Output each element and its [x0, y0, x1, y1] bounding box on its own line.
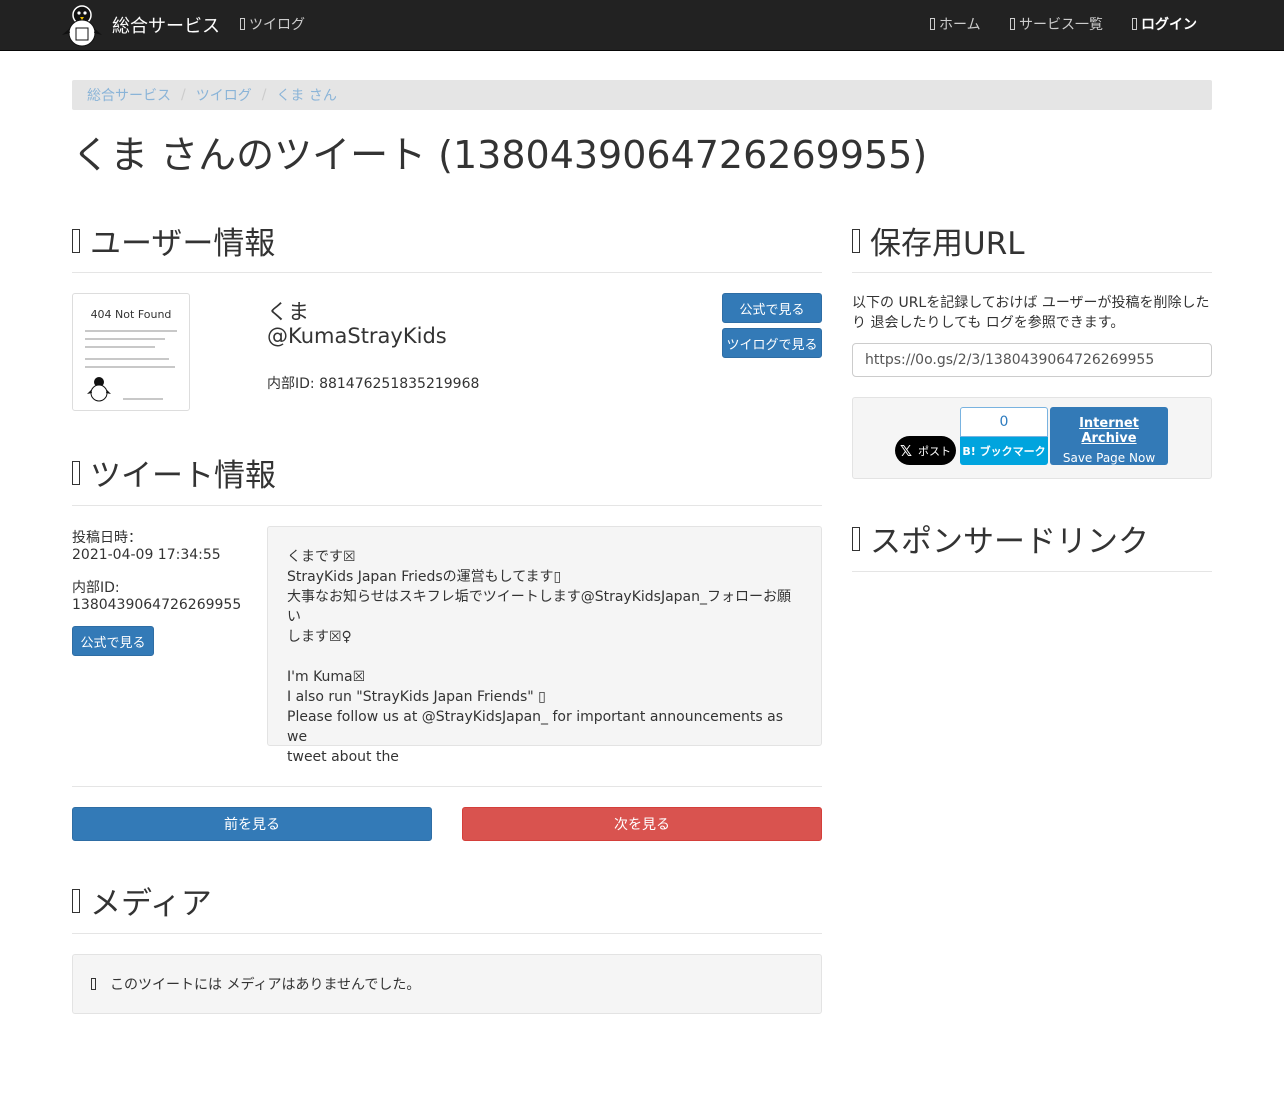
internet-archive-subtitle: Save Page Now	[1062, 451, 1156, 465]
save-url-input[interactable]	[852, 343, 1212, 377]
nav-services-label: サービス一覧	[1019, 17, 1103, 33]
tweet-id-value: 1380439064726269955	[72, 597, 242, 613]
login-icon	[1132, 18, 1137, 30]
breadcrumb-item-twilog[interactable]: ツイログ	[196, 85, 252, 105]
tweet-text: くまです☒ StrayKids Japan Friedsの運営もしてます▯ 大事…	[267, 526, 822, 765]
nav-twilog[interactable]: ツイログ	[240, 0, 305, 50]
sponsor-heading-text: スポンサードリンク	[870, 524, 1149, 560]
comment-icon	[72, 460, 80, 485]
internet-archive-button[interactable]: Internet Archive Save Page Now	[1050, 407, 1168, 465]
sponsor-heading: スポンサードリンク	[852, 516, 1149, 561]
media-heading: メディア	[72, 878, 212, 923]
breadcrumb: 総合サービス / ツイログ / くま さん	[72, 80, 1212, 110]
divider	[72, 505, 822, 506]
page-title: くま さんのツイート (1380439064726269955)	[72, 133, 928, 177]
x-post-label: ポスト	[918, 444, 952, 458]
top-navbar: 総合サービス ツイログ ホーム サービス一覧 ログイン	[0, 0, 1284, 51]
list-icon	[240, 18, 245, 30]
tweet-line: くまです☒	[287, 549, 356, 565]
nav-home[interactable]: ホーム	[930, 0, 981, 50]
user-icon	[72, 228, 80, 253]
save-url-heading: 保存用URL	[852, 218, 1025, 263]
tweet-id-label: 内部ID:	[72, 580, 120, 596]
posted-label: 投稿日時：	[72, 530, 142, 546]
prev-tweet-button[interactable]: 前を見る	[72, 807, 432, 841]
breadcrumb-item-user[interactable]: くま さん	[276, 85, 336, 105]
nav-services[interactable]: サービス一覧	[1010, 0, 1103, 50]
breadcrumb-item-home[interactable]: 総合サービス	[87, 85, 171, 105]
media-heading-text: メディア	[90, 886, 212, 922]
penguin-logo-icon	[62, 5, 102, 47]
link-icon	[852, 228, 860, 253]
nav-login[interactable]: ログイン	[1132, 0, 1197, 50]
list-icon	[1010, 18, 1015, 30]
tweet-official-button[interactable]: 公式で見る	[72, 626, 154, 656]
brand-name: 総合サービス	[112, 16, 220, 37]
avatar-text: 404 Not Found	[90, 308, 172, 321]
info-icon	[91, 978, 96, 990]
tweet-line: します☒♀	[287, 629, 352, 645]
nav-twilog-label: ツイログ	[249, 17, 305, 33]
user-internal-id: 内部ID: 881476251835219968	[267, 376, 480, 392]
divider	[72, 933, 822, 934]
user-official-button[interactable]: 公式で見る	[722, 293, 822, 323]
breadcrumb-separator: /	[181, 87, 186, 103]
user-twilog-button[interactable]: ツイログで見る	[722, 328, 822, 358]
home-icon	[930, 18, 935, 30]
tweet-line: StrayKids Japan Friedsの運営もしてます▯	[287, 569, 562, 585]
avatar-footer-line	[123, 398, 163, 400]
next-tweet-button[interactable]: 次を見る	[462, 807, 822, 841]
penguin-icon	[87, 377, 111, 402]
tweet-line	[287, 647, 802, 667]
avatar-text-line	[85, 346, 155, 348]
tweet-line: I also run "StrayKids Japan Friends" ▯	[287, 689, 546, 705]
breadcrumb-separator: /	[261, 87, 267, 103]
divider	[852, 272, 1212, 273]
tweet-info-heading: ツイート情報	[72, 450, 276, 495]
media-empty-notice: このツイートには メディアはありませんでした。	[72, 954, 822, 1014]
internet-archive-title: Internet Archive	[1079, 416, 1139, 446]
divider	[72, 272, 822, 273]
avatar-text-line	[85, 366, 175, 368]
nav-login-label: ログイン	[1141, 17, 1197, 33]
user-info-heading-text: ユーザー情報	[90, 226, 276, 262]
x-logo-icon: 𝕏	[899, 441, 913, 460]
save-url-description: 以下の URLを記録しておけば ユーザーが投稿を削除したり 退会したりしても ロ…	[852, 295, 1210, 331]
brand-link[interactable]: 総合サービス	[60, 0, 220, 50]
tweet-line: 大事なお知らせはスキフレ垢でツイートします@StrayKidsJapan_フォロ…	[287, 589, 792, 625]
media-empty-text: このツイートには メディアはありませんでした。	[110, 977, 421, 993]
posted-value: 2021-04-09 17:34:55	[72, 547, 221, 563]
tweet-line: I'm Kuma☒	[287, 669, 366, 685]
hatena-bookmark-button[interactable]: B! ブックマーク	[960, 437, 1048, 465]
nav-home-label: ホーム	[939, 17, 981, 33]
megaphone-icon	[852, 526, 860, 551]
avatar-text-line	[85, 338, 165, 340]
divider	[72, 786, 822, 787]
save-url-heading-text: 保存用URL	[870, 226, 1025, 262]
user-name: くま	[267, 300, 309, 324]
picture-icon	[72, 888, 80, 913]
user-handle: @KumaStrayKids	[267, 324, 447, 348]
x-post-button[interactable]: 𝕏 ポスト	[895, 436, 956, 465]
hatena-bookmark-count: 0	[960, 407, 1048, 437]
avatar-text-line	[85, 330, 177, 332]
avatar-text-line	[85, 358, 169, 360]
avatar: 404 Not Found	[72, 293, 190, 411]
divider	[852, 571, 1212, 572]
tweet-info-heading-text: ツイート情報	[90, 458, 276, 494]
user-info-heading: ユーザー情報	[72, 218, 275, 263]
tweet-line: tweet about the	[287, 749, 399, 765]
tweet-line: Please follow us at @StrayKidsJapan_ for…	[287, 709, 783, 745]
